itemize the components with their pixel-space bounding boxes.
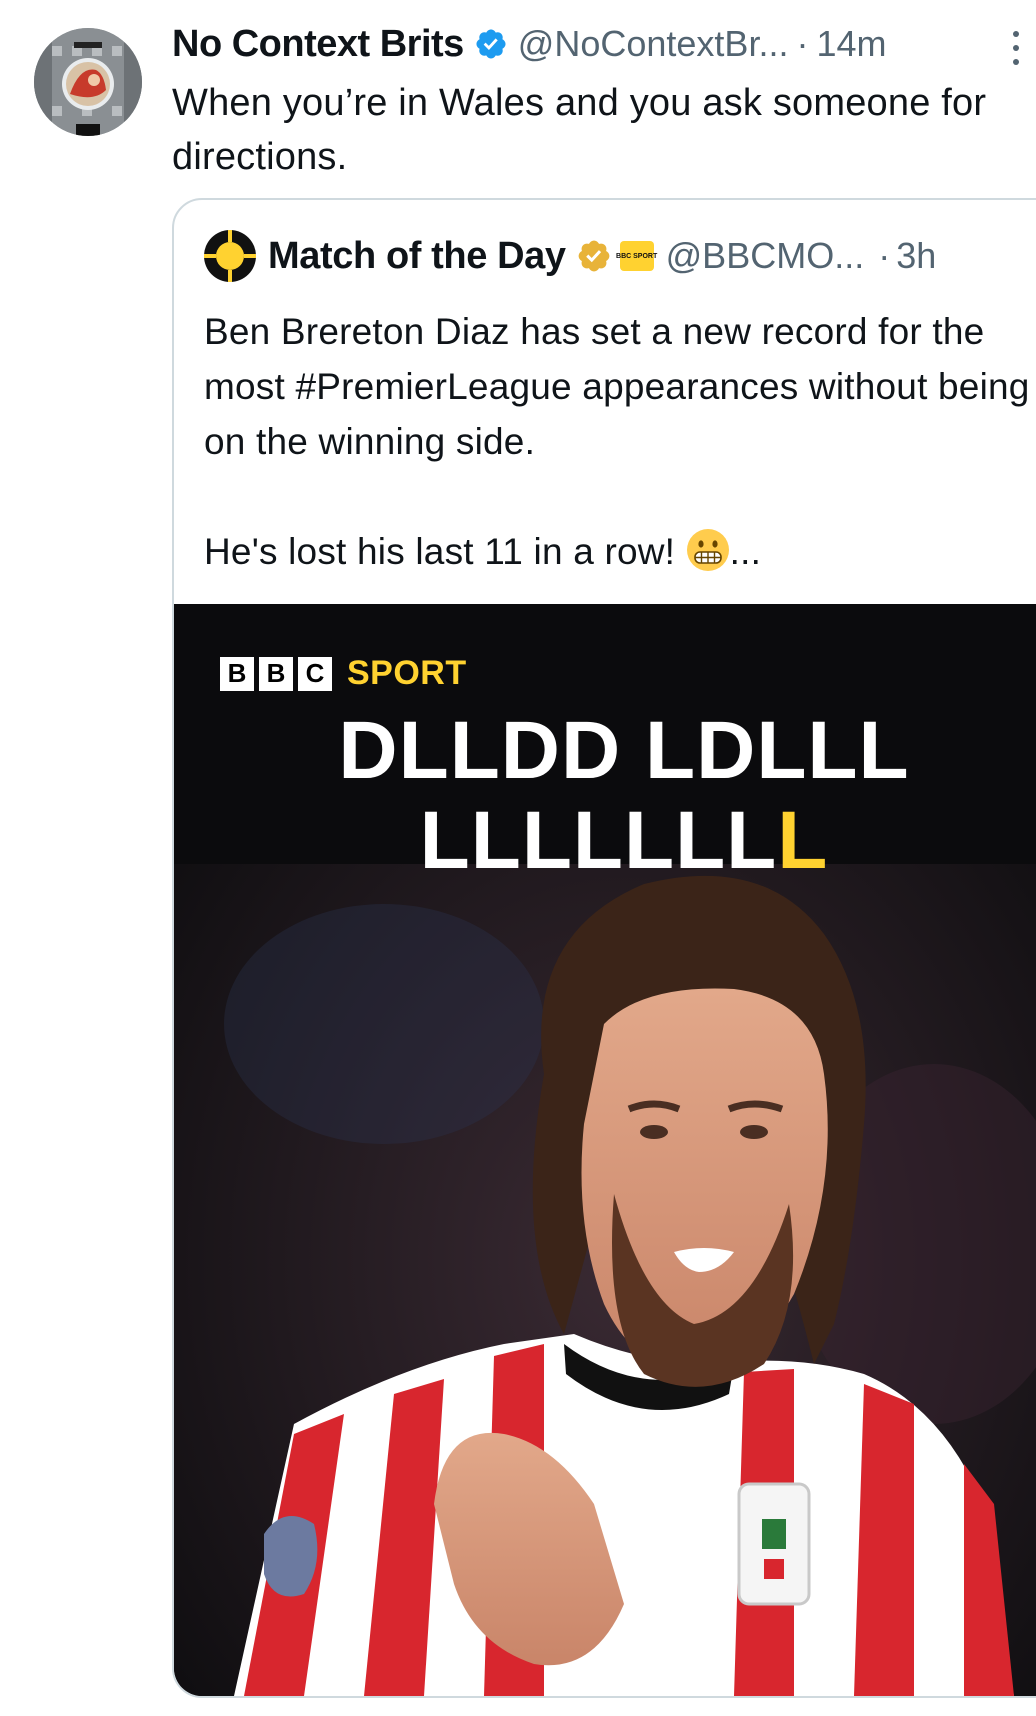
tweet-header: No Context Brits @NoContextBr... · 14m (172, 18, 886, 70)
grimacing-face-emoji (686, 529, 729, 571)
tweet-text: When you’re in Wales and you ask someone… (172, 82, 987, 178)
quoted-header-separator: · (878, 235, 891, 276)
quoted-text-paragraph-2-text: He's lost his last 11 in a row! (204, 531, 676, 572)
header-separator: · (796, 23, 809, 64)
quoted-tweet-media-image[interactable]: B B C SPORT DLLDD LDLLL LLLLLLLL (174, 604, 1036, 1696)
headline-line-2-main: LLLLLLL (419, 795, 778, 886)
bbc-sport-logo: B B C SPORT (220, 654, 467, 693)
affiliate-badge[interactable]: BBC SPORT (616, 241, 657, 271)
quoted-text-paragraph-1: Ben Brereton Diaz has set a new record f… (204, 311, 1030, 462)
headline-line-2: LLLLLLLL (174, 796, 1036, 886)
quoted-text-ellipsis: ... (729, 531, 762, 572)
author-avatar[interactable] (34, 28, 142, 136)
results-headline: DLLDD LDLLL LLLLLLLL (174, 706, 1036, 886)
quoted-text-paragraph-2: He's lost his last 11 in a row! ... (204, 524, 1034, 579)
bbc-logo-letter-3: C (298, 656, 332, 691)
tweet-timestamp[interactable]: 14m (816, 23, 886, 65)
bbc-logo-letter-2: B (259, 656, 293, 691)
author-name[interactable]: No Context Brits (172, 23, 464, 66)
quoted-tweet-text: Ben Brereton Diaz has set a new record f… (204, 304, 1034, 579)
author-handle[interactable]: @NoContextBr... (518, 23, 789, 65)
bbc-sport-word: SPORT (347, 654, 467, 692)
quoted-tweet-card[interactable]: Match of the Day BBC SPORT @BBCMO... · 3… (172, 198, 1036, 1698)
affiliate-badge-text: BBC SPORT (616, 252, 658, 260)
headline-line-2-accent: L (777, 795, 829, 886)
quoted-timestamp[interactable]: 3h (896, 235, 936, 277)
gold-verified-badge-icon[interactable] (576, 238, 612, 274)
quoted-author-name[interactable]: Match of the Day (268, 235, 566, 278)
headline-line-1: DLLDD LDLLL (338, 705, 910, 796)
match-of-the-day-logo-icon[interactable] (204, 230, 256, 282)
quoted-author-handle[interactable]: @BBCMO... (666, 235, 865, 277)
verified-badge-icon[interactable] (474, 27, 508, 61)
more-options-icon[interactable] (1010, 28, 1022, 68)
quoted-tweet-header: Match of the Day BBC SPORT @BBCMO... · 3… (204, 226, 936, 286)
bbc-logo-letter-1: B (220, 656, 254, 691)
